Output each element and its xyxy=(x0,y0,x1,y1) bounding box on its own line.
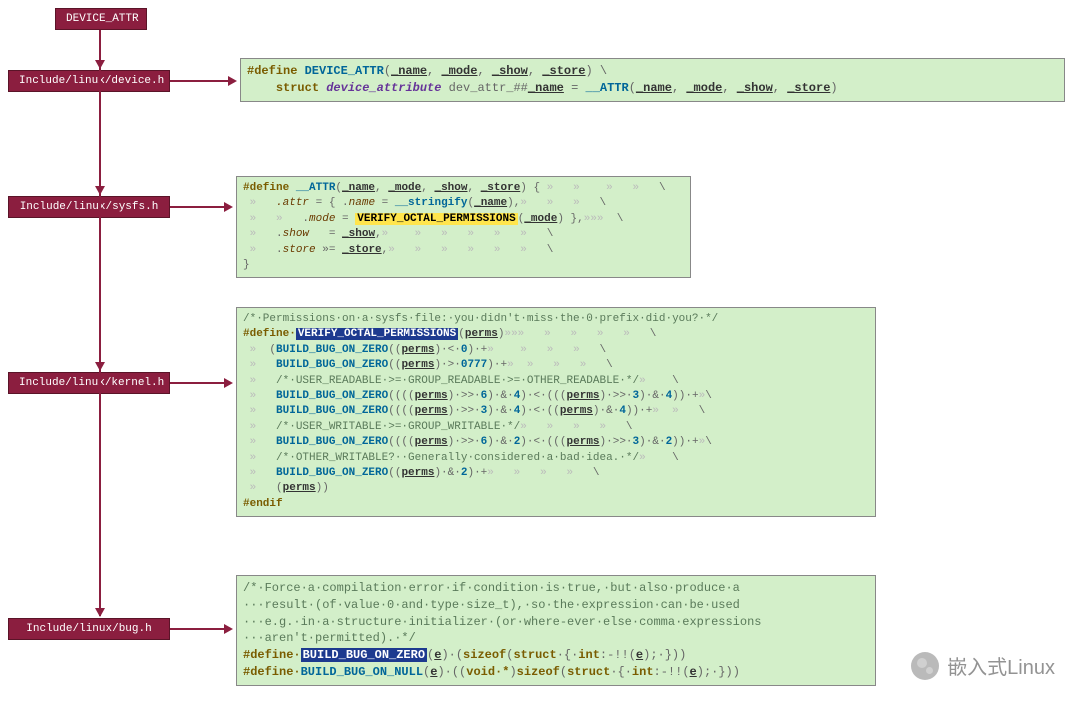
code-bug: /*·Force·a·compilation·error·if·conditio… xyxy=(236,575,876,686)
node-bug: Include/linux/bug.h xyxy=(8,618,170,640)
arrowhead-icon xyxy=(224,202,233,212)
arrow-main-line xyxy=(99,30,101,616)
node-kernel: Include/linux/kernel.h xyxy=(8,372,170,394)
arrow-to-code xyxy=(170,382,226,384)
arrowhead-icon xyxy=(95,186,105,195)
node-device: Include/linux/device.h xyxy=(8,70,170,92)
code-device: #define DEVICE_ATTR(_name, _mode, _show,… xyxy=(240,58,1065,102)
node-root: DEVICE_ATTR xyxy=(55,8,147,30)
arrowhead-icon xyxy=(95,608,105,617)
wechat-icon xyxy=(911,652,939,680)
arrow-to-code xyxy=(170,80,230,82)
node-sysfs: Include/linux/sysfs.h xyxy=(8,196,170,218)
arrowhead-icon xyxy=(95,60,105,69)
arrow-to-code xyxy=(170,628,226,630)
code-sysfs: #define __ATTR(_name, _mode, _show, _sto… xyxy=(236,176,691,278)
arrowhead-icon xyxy=(224,378,233,388)
arrowhead-icon xyxy=(228,76,237,86)
arrow-to-code xyxy=(170,206,226,208)
arrowhead-icon xyxy=(224,624,233,634)
watermark: 嵌入式Linux xyxy=(911,651,1055,680)
watermark-text: 嵌入式Linux xyxy=(947,651,1055,680)
code-kernel: /*·Permissions·on·a·sysfs·file:·you·didn… xyxy=(236,307,876,517)
arrowhead-icon xyxy=(95,362,105,371)
